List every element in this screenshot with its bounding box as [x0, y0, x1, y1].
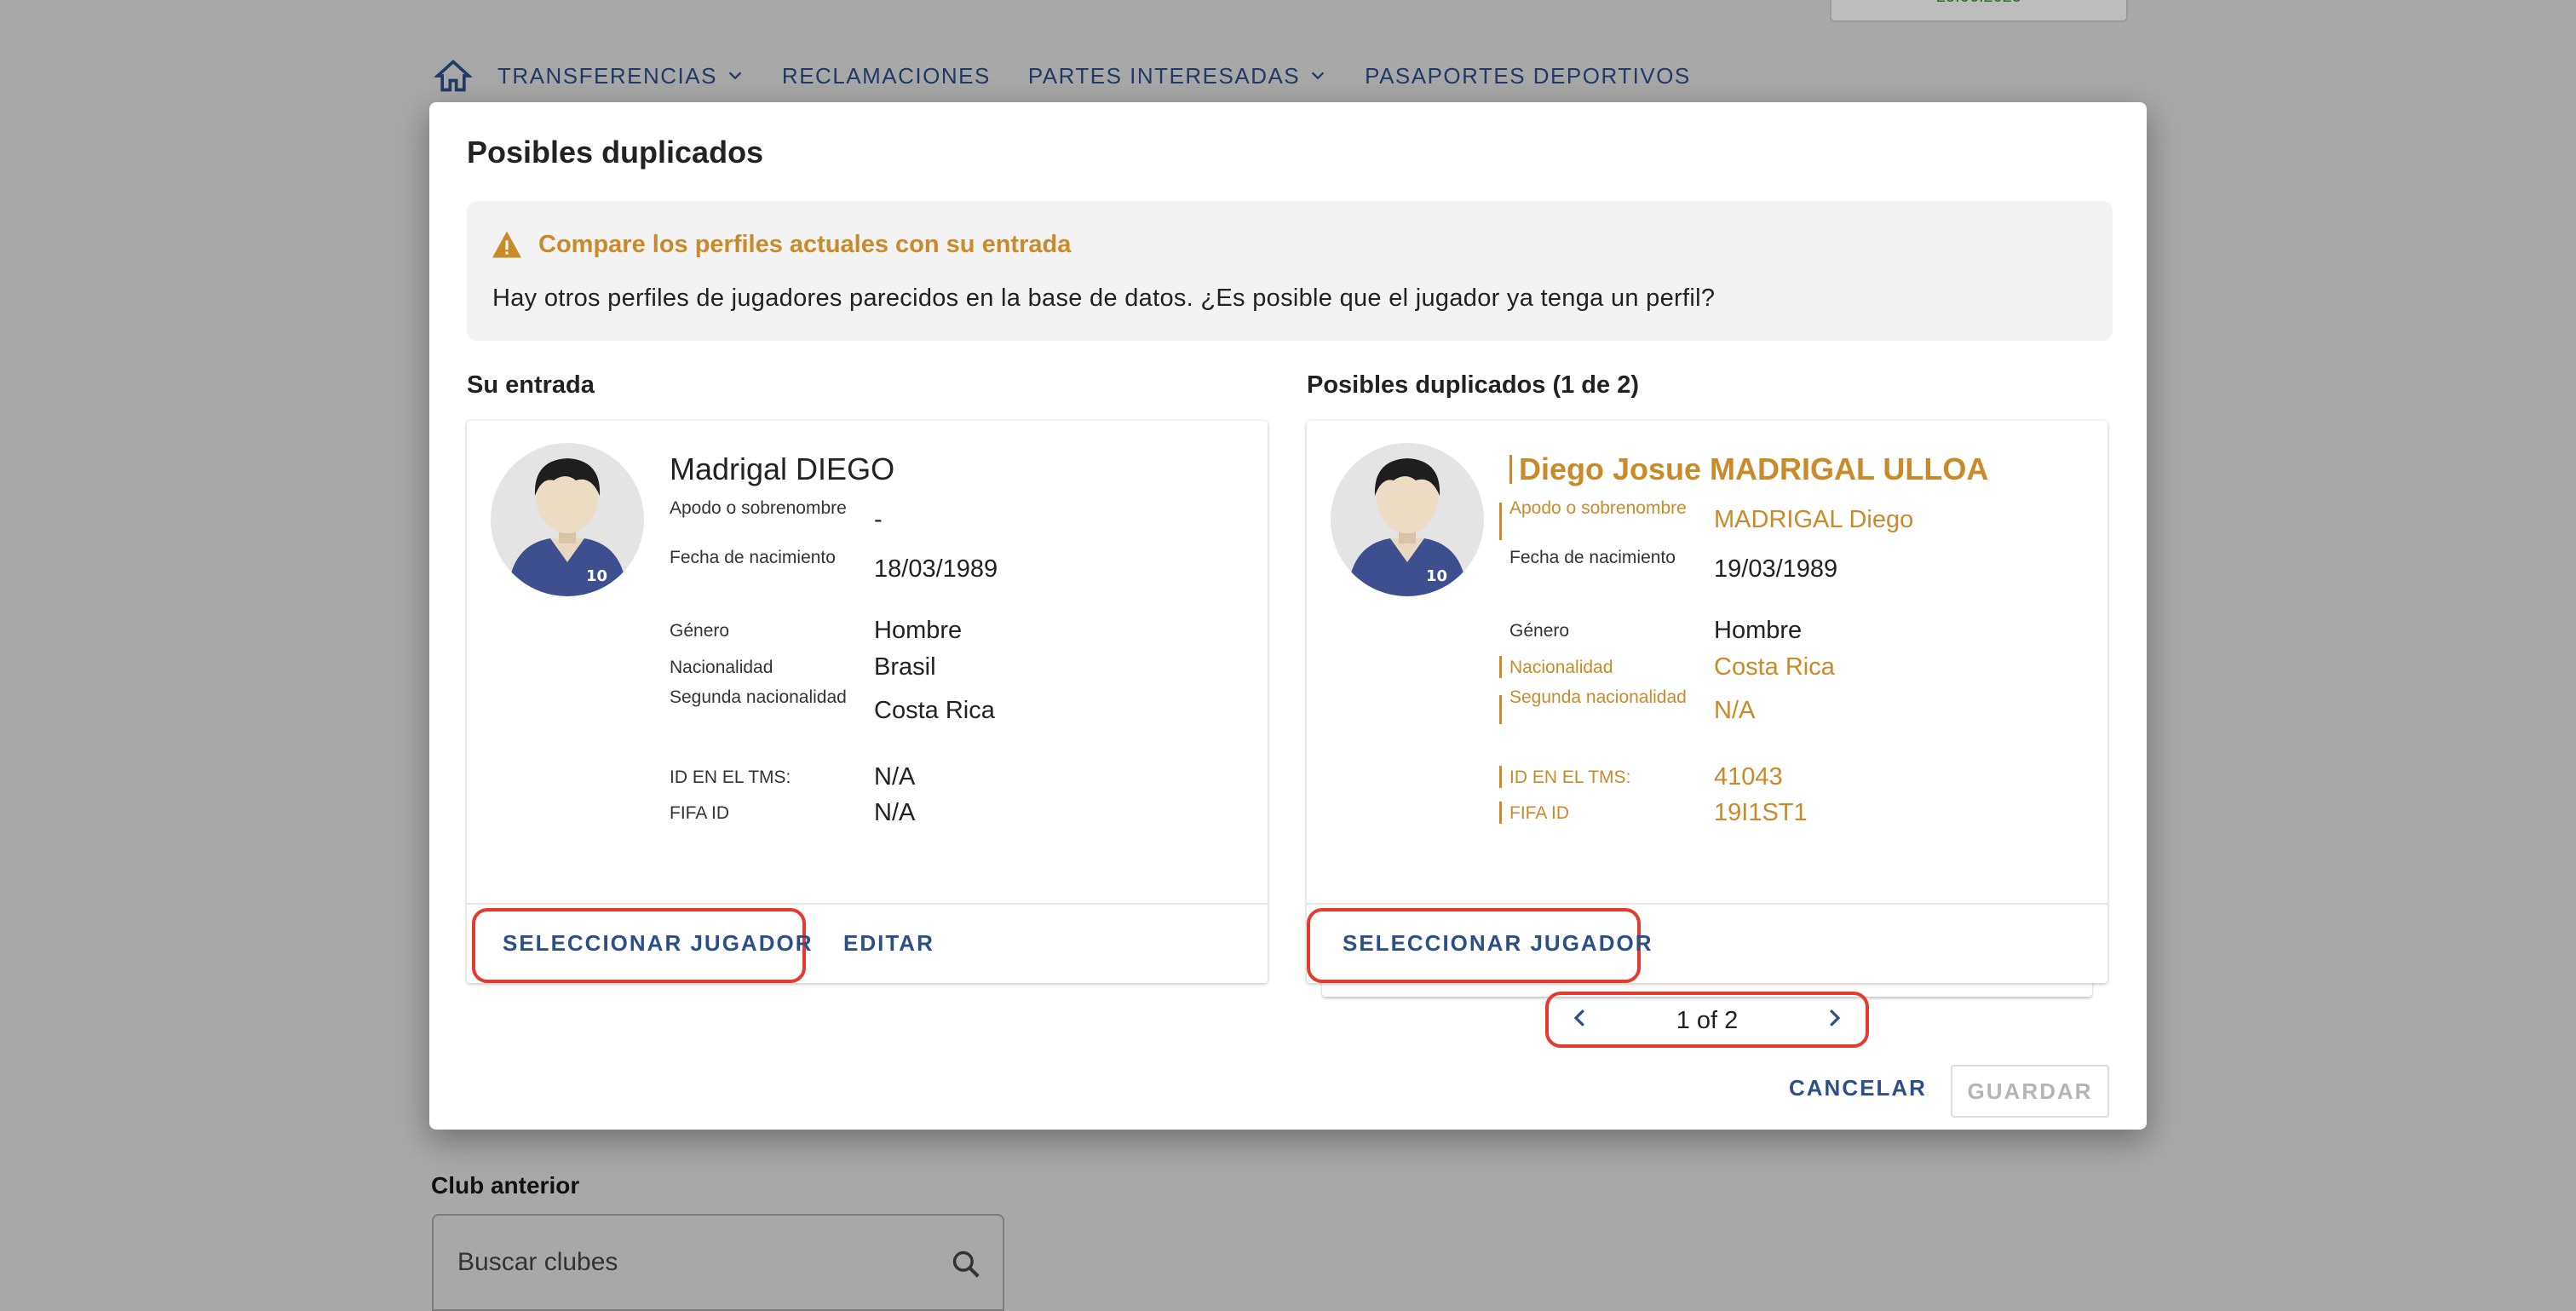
nav-label: PASAPORTES DEPORTIVOS — [1365, 62, 1691, 89]
top-card: 25.06.2025 — [1830, 0, 2128, 22]
select-player-button[interactable]: SELECCIONAR JUGADOR — [503, 930, 813, 957]
player-avatar: 10 — [1331, 443, 1484, 596]
club-search-input[interactable]: Buscar clubes — [432, 1214, 1004, 1311]
dialog-title: Posibles duplicados — [467, 135, 764, 170]
nav-label: RECLAMACIONES — [781, 62, 991, 89]
field-value: 19I1ST1 — [1714, 799, 1808, 826]
field-label: Fecha de nacimiento — [1509, 548, 1676, 567]
field-label: Segunda nacionalidad — [1509, 687, 1687, 707]
entry-card: 10 Madrigal DIEGO Apodo o sobrenombre - … — [467, 421, 1268, 983]
field-label: FIFA ID — [1509, 803, 1570, 823]
field-label: ID EN EL TMS: — [670, 768, 791, 787]
jersey-number: 10 — [586, 567, 607, 585]
field-label: Nacionalidad — [1509, 658, 1613, 677]
player-avatar-icon: 10 — [491, 443, 644, 596]
field-value: 19/03/1989 — [1714, 555, 1838, 583]
warning-icon — [492, 231, 521, 258]
field-value: Costa Rica — [1714, 653, 1835, 681]
duplicate-pagination: 1 of 2 — [1545, 992, 1869, 1048]
club-anterior-label: Club anterior — [431, 1172, 580, 1199]
cancel-button[interactable]: CANCELAR — [1789, 1075, 1927, 1101]
field-value: Costa Rica — [874, 697, 995, 724]
chevron-down-icon — [728, 72, 742, 80]
field-label: Apodo o sobrenombre — [1509, 498, 1687, 518]
field-value: N/A — [1714, 697, 1756, 724]
field-value: Hombre — [874, 617, 963, 644]
diff-marker — [1499, 766, 1502, 788]
select-player-button[interactable]: SELECCIONAR JUGADOR — [1343, 930, 1653, 957]
banner-title: Compare los perfiles actuales con su ent… — [538, 230, 1072, 258]
save-button[interactable]: GUARDAR — [1951, 1065, 2109, 1118]
card-actions: SELECCIONAR JUGADOR — [1307, 903, 2107, 985]
field-value: - — [874, 506, 883, 533]
search-icon[interactable] — [950, 1248, 982, 1280]
edit-button[interactable]: EDITAR — [843, 930, 934, 957]
field-label: ID EN EL TMS: — [1509, 768, 1631, 787]
field-label: Género — [670, 621, 730, 641]
banner-message: Hay otros perfiles de jugadores parecido… — [492, 285, 1716, 312]
entry-section-label: Su entrada — [467, 371, 595, 399]
nav-reclamaciones[interactable]: RECLAMACIONES — [782, 63, 991, 89]
diff-marker — [1499, 656, 1502, 678]
player-avatar-icon: 10 — [1331, 443, 1484, 596]
duplicates-dialog: Posibles duplicados Compare los perfiles… — [429, 102, 2147, 1130]
field-label: Fecha de nacimiento — [670, 548, 836, 567]
duplicate-name-text: Diego Josue MADRIGAL ULLOA — [1519, 451, 1989, 486]
field-value: 41043 — [1714, 763, 1783, 791]
nav-transferencias[interactable]: TRANSFERENCIAS — [497, 63, 745, 89]
field-label: FIFA ID — [670, 803, 730, 823]
pagination-text: 1 of 2 — [1676, 1007, 1739, 1034]
chevron-right-icon[interactable] — [1821, 1005, 1847, 1031]
main-nav: TRANSFERENCIAS RECLAMACIONES PARTES INTE… — [434, 56, 1728, 95]
jersey-number: 10 — [1426, 567, 1447, 585]
chevron-down-icon — [1311, 72, 1325, 80]
diff-marker — [1499, 802, 1502, 824]
field-label: Apodo o sobrenombre — [670, 498, 847, 518]
nav-label: TRANSFERENCIAS — [497, 62, 717, 89]
home-icon[interactable] — [434, 57, 472, 95]
field-value: MADRIGAL Diego — [1714, 506, 1914, 533]
field-value: N/A — [874, 763, 916, 791]
nav-partes-interesadas[interactable]: PARTES INTERESADAS — [1028, 63, 1327, 89]
field-value: 18/03/1989 — [874, 555, 998, 583]
card-actions: SELECCIONAR JUGADOR EDITAR — [467, 903, 1268, 985]
field-label: Nacionalidad — [670, 658, 773, 677]
field-label: Segunda nacionalidad — [670, 687, 847, 707]
field-value: N/A — [874, 799, 916, 826]
duplicates-section-label: Posibles duplicados (1 de 2) — [1307, 371, 1639, 399]
diff-marker — [1499, 695, 1502, 724]
warning-banner: Compare los perfiles actuales con su ent… — [467, 201, 2113, 341]
field-label: Género — [1509, 621, 1570, 641]
field-value: Brasil — [874, 653, 936, 681]
field-value: Hombre — [1714, 617, 1803, 644]
nav-pasaportes-deportivos[interactable]: PASAPORTES DEPORTIVOS — [1365, 63, 1691, 89]
diff-marker — [1499, 503, 1502, 540]
diff-marker — [1509, 455, 1512, 485]
entry-player-name: Madrigal DIEGO — [670, 451, 895, 486]
duplicate-card: 10 Diego Josue MADRIGAL ULLOA Apodo o so… — [1307, 421, 2107, 983]
club-search-placeholder: Buscar clubes — [457, 1248, 618, 1276]
nav-label: PARTES INTERESADAS — [1027, 62, 1301, 89]
duplicate-player-name: Diego Josue MADRIGAL ULLOA — [1509, 451, 1988, 487]
player-avatar: 10 — [491, 443, 644, 596]
